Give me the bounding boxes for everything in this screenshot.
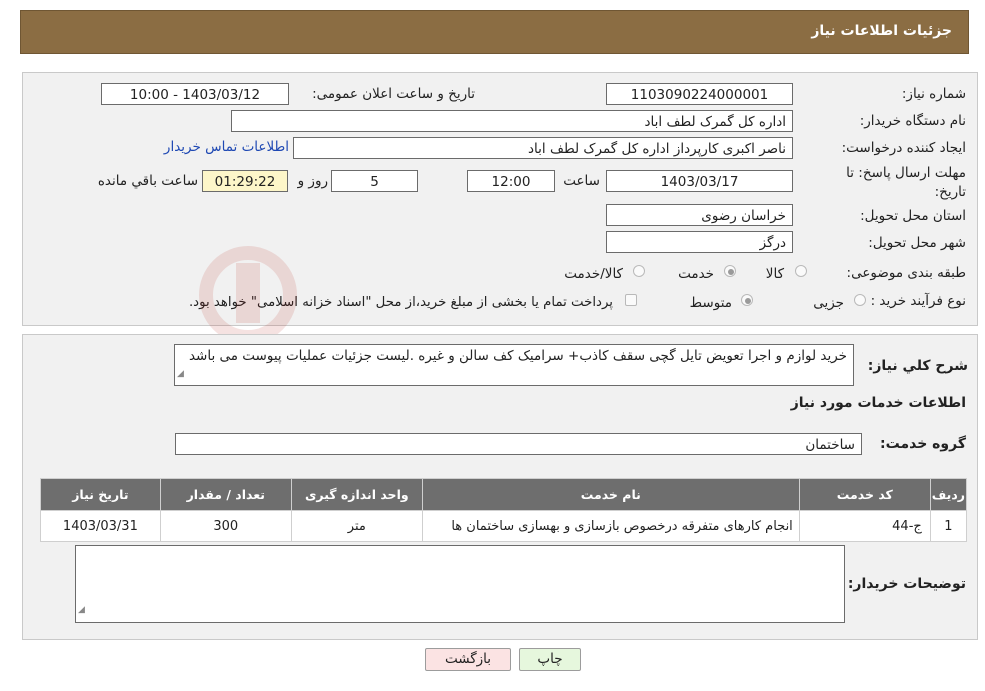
- need-number-field: 1103090224000001: [606, 83, 793, 105]
- treasury-payment-note: پرداخت تمام یا بخشی از مبلغ خرید،از محل …: [188, 295, 613, 310]
- process-medium-label: متوسط: [689, 295, 732, 311]
- remaining-days-field: 5: [331, 170, 418, 192]
- col-service-code: کد خدمت: [798, 478, 931, 511]
- buyer-org-label: نام دستگاه خریدار:: [859, 113, 966, 129]
- treasury-payment-checkbox[interactable]: [625, 294, 637, 306]
- cell-row-number: 1: [929, 510, 968, 542]
- category-goods-service-radio[interactable]: [633, 265, 645, 277]
- service-group-label: گروه خدمت:: [880, 436, 966, 452]
- city-field: درگز: [606, 231, 793, 253]
- col-quantity: تعداد / مقدار: [159, 478, 292, 511]
- services-table: ردیف کد خدمت نام خدمت واحد اندازه گیری ت…: [40, 478, 968, 542]
- province-label: استان محل تحویل:: [860, 208, 966, 224]
- remaining-time-field: 01:29:22: [202, 170, 288, 192]
- cell-unit: متر: [290, 510, 423, 542]
- deadline-time-field: 12:00: [467, 170, 555, 192]
- remaining-time-label: ساعت باقي مانده: [97, 173, 198, 189]
- table-header-row: ردیف کد خدمت نام خدمت واحد اندازه گیری ت…: [40, 478, 968, 511]
- services-table-wrapper: ردیف کد خدمت نام خدمت واحد اندازه گیری ت…: [40, 478, 968, 542]
- category-goods-service-label: کالا/خدمت: [564, 266, 623, 282]
- col-need-date: تاریخ نیاز: [40, 478, 161, 511]
- description-text: خرید لوازم و اجرا تعویض تایل گچی سقف کاذ…: [188, 348, 847, 364]
- deadline-label-line1: مهلت ارسال پاسخ: تا: [846, 165, 966, 181]
- print-button[interactable]: چاپ: [519, 648, 581, 671]
- province-field: خراسان رضوی: [606, 204, 793, 226]
- page-title: جزئیات اطلاعات نیاز: [811, 23, 952, 39]
- buyer-notes-label: توضیحات خریدار:: [847, 576, 966, 592]
- deadline-time-label: ساعت: [563, 173, 600, 189]
- creator-label: ایجاد کننده درخواست:: [841, 140, 966, 156]
- city-label: شهر محل تحویل:: [868, 235, 966, 251]
- page-header: جزئیات اطلاعات نیاز: [20, 10, 969, 54]
- resize-grip-icon: ◢: [177, 369, 184, 379]
- deadline-label: مهلت ارسال پاسخ: تا تاریخ:: [826, 164, 966, 202]
- cell-quantity: 300: [159, 510, 292, 542]
- services-title: اطلاعات خدمات مورد نیاز: [790, 395, 966, 411]
- deadline-date-field: 1403/03/17: [606, 170, 793, 192]
- process-minor-radio[interactable]: [854, 294, 866, 306]
- process-minor-label: جزیی: [813, 295, 844, 311]
- table-row: 1 ج-44 انجام کارهای متفرقه درخصوص بازساز…: [40, 510, 968, 542]
- back-button[interactable]: بازگشت: [425, 648, 511, 671]
- resize-grip-icon: ◢: [78, 605, 85, 615]
- remaining-days-label: روز و: [297, 173, 328, 189]
- description-textarea[interactable]: خرید لوازم و اجرا تعویض تایل گچی سقف کاذ…: [174, 344, 854, 386]
- col-row-number: ردیف: [929, 478, 968, 511]
- description-label: شرح کلي نياز:: [867, 358, 968, 374]
- category-service-radio[interactable]: [724, 265, 736, 277]
- cell-need-date: 1403/03/31: [40, 510, 161, 542]
- category-goods-radio[interactable]: [795, 265, 807, 277]
- announce-datetime-label: تاریخ و ساعت اعلان عمومی:: [312, 86, 475, 102]
- creator-field: ناصر اکبری کارپرداز اداره کل گمرک لطف اب…: [293, 137, 793, 159]
- buyer-contact-link[interactable]: اطلاعات تماس خریدار: [157, 139, 289, 155]
- announce-datetime-field: 1403/03/12 - 10:00: [101, 83, 289, 105]
- cell-service-name: انجام کارهای متفرقه درخصوص بازسازی و بهس…: [421, 510, 800, 542]
- cell-service-code: ج-44: [798, 510, 931, 542]
- service-group-field: ساختمان: [175, 433, 862, 455]
- deadline-label-line2: تاریخ:: [934, 184, 966, 200]
- category-service-label: خدمت: [678, 266, 714, 282]
- col-unit: واحد اندازه گیری: [290, 478, 423, 511]
- process-medium-radio[interactable]: [741, 294, 753, 306]
- category-label: طبقه بندی موضوعی:: [846, 265, 966, 281]
- need-number-label: شماره نیاز:: [901, 86, 966, 102]
- buyer-org-field: اداره کل گمرک لطف اباد: [231, 110, 793, 132]
- category-goods-label: کالا: [765, 266, 784, 282]
- col-service-name: نام خدمت: [421, 478, 800, 511]
- buyer-notes-textarea[interactable]: ◢: [75, 545, 845, 623]
